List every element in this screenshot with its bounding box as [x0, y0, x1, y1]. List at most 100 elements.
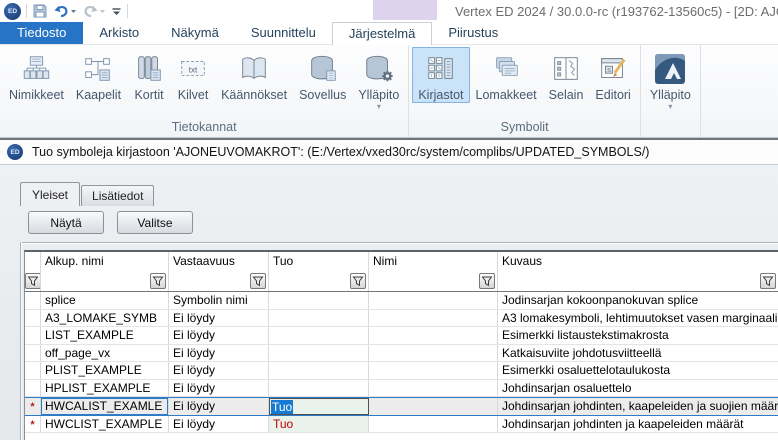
import-symbols-dialog: ED Tuo symboleja kirjastoon 'AJONEUVOMAK…: [0, 138, 778, 440]
cards-icon: [133, 49, 165, 89]
cell-kuvaus: Johdinsarjan johdinten, kaapeleiden ja s…: [498, 398, 778, 415]
tab-arkisto[interactable]: Arkisto: [83, 22, 155, 44]
funnel-icon: [27, 275, 39, 287]
filter-button[interactable]: [25, 273, 41, 289]
save-button[interactable]: [32, 3, 48, 19]
cell-nimi: [369, 292, 498, 309]
group-box-left-line: [20, 242, 22, 440]
filter-button[interactable]: [760, 273, 776, 289]
row-marker: [25, 345, 41, 362]
cell-alkup-nimi: HWCLIST_EXAMPLE: [41, 416, 169, 433]
table-row[interactable]: *HWCALIST_EXAMLEEi löydyTuoJohdinsarjan …: [25, 397, 778, 416]
vertex-logo-icon: [653, 49, 687, 89]
customize-toolbar-icon: [111, 6, 122, 17]
ribbon-group-tietokannat: Nimikkeet Kaapelit Kortit txtKilvet Kään…: [0, 45, 409, 137]
ribbon-kaapelit-button[interactable]: Kaapelit: [70, 47, 127, 103]
column-header-vastaavuus[interactable]: Vastaavuus: [169, 252, 269, 271]
ribbon-kirjastot-button[interactable]: Kirjastot: [412, 47, 469, 103]
cell-vastaavuus: Ei löydy: [169, 398, 269, 415]
cell-kuvaus: Johdinsarjan johdinten ja kaapeleiden mä…: [498, 416, 778, 433]
filter-button[interactable]: [350, 273, 366, 289]
tab-nakyma[interactable]: Näkymä: [155, 22, 235, 44]
ribbon-editori-button[interactable]: S Editori: [589, 47, 636, 103]
ribbon-selain-button[interactable]: Selain: [543, 47, 590, 103]
funnel-icon: [152, 275, 164, 287]
table-row[interactable]: *HWCLIST_EXAMPLEEi löydyTuoJohdinsarjan …: [25, 416, 778, 434]
table-row[interactable]: PLIST_EXAMPLEEi löydyEsimerkki osaluette…: [25, 362, 778, 380]
org-chart-icon: [20, 49, 52, 89]
column-header-alkup-nimi[interactable]: Alkup. nimi: [41, 252, 169, 271]
row-marker: [25, 292, 41, 309]
browser-panes-icon: [550, 49, 582, 89]
customize-toolbar-button[interactable]: [111, 6, 122, 17]
cell-vastaavuus: Ei löydy: [169, 362, 269, 379]
filter-cell: [169, 271, 269, 291]
row-header-column: [25, 252, 41, 271]
column-header-nimi[interactable]: Nimi: [369, 252, 498, 271]
chevron-down-icon: ▾: [668, 102, 672, 112]
ribbon-lomakkeet-button[interactable]: Lomakkeet: [470, 47, 543, 103]
cell-tuo: [269, 345, 369, 362]
cell-alkup-nimi: HPLIST_EXAMPLE: [41, 380, 169, 397]
database-icon: [307, 49, 339, 89]
window-title: Vertex ED 2024 / 30.0.0-rc (r193762-1356…: [455, 4, 778, 19]
ribbon-group-symbolit: Kirjastot Lomakkeet Selain S Editori Symb…: [409, 45, 641, 137]
ribbon-kaannokset-button[interactable]: Käännökset: [215, 47, 293, 103]
cell-nimi: [369, 416, 498, 433]
chevron-down-icon: ▾: [377, 102, 381, 112]
ribbon-sovellus-button[interactable]: Sovellus: [293, 47, 352, 103]
cell-tuo: [269, 310, 369, 327]
redo-icon: [82, 3, 99, 19]
app-window: ED: [0, 0, 778, 440]
undo-dropdown-icon: [70, 7, 77, 15]
table-row[interactable]: off_page_vxEi löydyKatkaisuviite johdotu…: [25, 345, 778, 363]
tab-jarjestelma[interactable]: Järjestelmä: [332, 22, 432, 45]
column-header-tuo[interactable]: Tuo: [269, 252, 369, 271]
app-logo-icon[interactable]: ED: [4, 3, 21, 20]
tab-piirustus[interactable]: Piirustus: [432, 22, 514, 44]
ribbon-kilvet-button[interactable]: txtKilvet: [171, 47, 215, 103]
ribbon-yllapito-symbolit-button[interactable]: Ylläpito▾: [644, 47, 697, 113]
cell-kuvaus: Katkaisuviite johdotusviitteellä: [498, 345, 778, 362]
filter-button[interactable]: [250, 273, 266, 289]
column-header-kuvaus[interactable]: Kuvaus: [498, 252, 778, 271]
valitse-button[interactable]: Valitse: [117, 211, 193, 234]
funnel-icon: [762, 275, 774, 287]
cell-vastaavuus: Ei löydy: [169, 380, 269, 397]
undo-icon: [53, 3, 70, 19]
table-filter-row: [25, 271, 778, 292]
ribbon-group-label: [644, 117, 697, 137]
cell-tuo: [269, 292, 369, 309]
nayta-button[interactable]: Näytä: [28, 211, 104, 234]
ribbon-yllapito-tietokannat-button[interactable]: Ylläpito▾: [352, 47, 405, 113]
cell-alkup-nimi: off_page_vx: [41, 345, 169, 362]
save-icon: [32, 3, 48, 19]
tab-tiedosto[interactable]: Tiedosto: [0, 22, 83, 44]
filter-button[interactable]: [479, 273, 495, 289]
table-row[interactable]: spliceSymbolin nimiJodinsarjan kokoonpan…: [25, 292, 778, 310]
table-row[interactable]: HPLIST_EXAMPLEEi löydyJohdinsarjan osalu…: [25, 380, 778, 398]
cell-tuo[interactable]: Tuo: [269, 416, 369, 433]
tab-suunnittelu[interactable]: Suunnittelu: [235, 22, 332, 44]
cell-nimi: [369, 327, 498, 344]
ribbon-kortit-button[interactable]: Kortit: [127, 47, 171, 103]
dialog-tab-yleiset[interactable]: Yleiset: [20, 182, 80, 206]
table-row[interactable]: A3_LOMAKE_SYMBEi löydyA3 lomakesymboli, …: [25, 310, 778, 328]
redo-button[interactable]: [82, 3, 106, 19]
filter-button[interactable]: [150, 273, 166, 289]
symbols-table: Alkup. nimiVastaavuusTuoNimiKuvaus splic…: [24, 250, 778, 440]
table-row[interactable]: LIST_EXAMPLEEi löydyEsimerkki listaustek…: [25, 327, 778, 345]
quick-access-toolbar: ED: [4, 2, 128, 20]
ribbon-group-label: Symbolit: [412, 116, 637, 137]
dialog-tab-lisatiedot[interactable]: Lisätiedot: [81, 185, 154, 206]
ribbon-button-label: Selain: [549, 89, 584, 102]
undo-button[interactable]: [53, 3, 77, 19]
dialog-buttons: Näytä Valitse: [28, 211, 193, 234]
book-icon: [238, 49, 270, 89]
ribbon-nimikkeet-button[interactable]: Nimikkeet: [3, 47, 70, 103]
ribbon-button-label: Ylläpito: [358, 89, 399, 102]
cell-tuo[interactable]: Tuo: [269, 398, 369, 415]
database-gear-icon: [363, 49, 395, 89]
dialog-tabs: YleisetLisätiedot: [20, 182, 155, 206]
cable-nodes-icon: [82, 49, 114, 89]
